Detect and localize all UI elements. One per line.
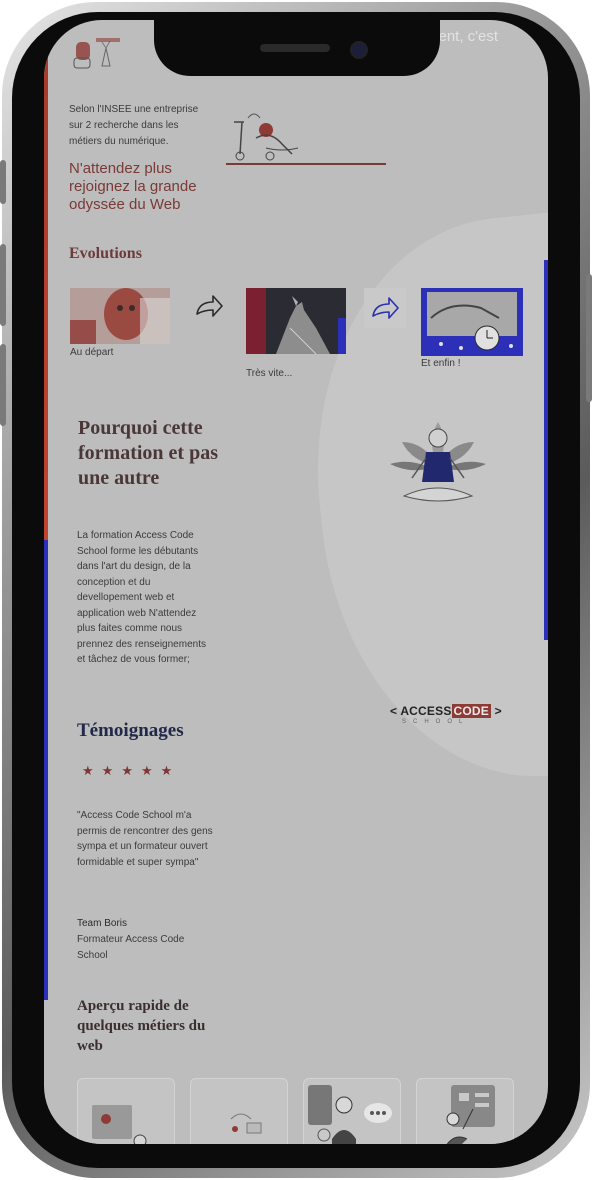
phone-volume-up [0, 244, 6, 326]
logo-wordmark: < ACCESS CODE > [390, 704, 502, 718]
blue-accent-edge [44, 540, 48, 1000]
job-card[interactable] [190, 1078, 288, 1144]
evolution-photo-start [70, 288, 170, 344]
developer-illustration [230, 1113, 262, 1134]
logo-school-text: SCHOOL [402, 719, 470, 725]
evolution-photo-wolf [246, 288, 346, 354]
testimonial-author-role: Formateur Access Code School [77, 934, 185, 961]
star-icon: ★ [101, 763, 114, 778]
evolution-caption-quick: Très vite... [246, 368, 293, 379]
logo-code-text: CODE [451, 704, 492, 718]
testimonial-author-name: Team Boris [77, 918, 128, 929]
phone-screen: Selon l'INSEE une entreprise sur 2 reche… [44, 20, 548, 1144]
top-illustration [73, 38, 120, 69]
meditation-illustration [390, 422, 486, 502]
jobs-heading: Aperçu rapide de quelques métiers du web [77, 998, 206, 1054]
phone-notch [154, 20, 440, 76]
rating-stars: ★ ★ ★ ★ ★ [82, 764, 172, 778]
project-manager-illustration [446, 1085, 495, 1144]
testimonial-quote: "Access Code School m'a permis de rencon… [77, 810, 213, 869]
insee-statistic-text: Selon l'INSEE une entreprise sur 2 reche… [69, 104, 199, 147]
arrow-right-icon [196, 295, 223, 317]
access-code-school-logo: < ACCESS CODE > SCHOOL [390, 704, 502, 734]
phone-power-button [586, 274, 592, 402]
testimonials-heading: Témoignages [77, 720, 184, 741]
hero-call-to-action: N'attendez plus rejoignez la grande odys… [69, 160, 197, 213]
phone-mute-switch [0, 160, 6, 204]
job-card[interactable] [77, 1078, 175, 1144]
star-icon: ★ [140, 763, 153, 778]
logo-access-text: ACCESS [400, 704, 452, 718]
red-accent-edge [44, 20, 48, 540]
blue-accent-edge-right [544, 260, 548, 640]
star-icon: ★ [160, 763, 173, 778]
logo-bracket-left: < [390, 704, 398, 718]
scooter-illustration [226, 113, 386, 165]
evolutions-heading: Evolutions [69, 245, 142, 262]
why-heading: Pourquoi cette formation et pas une autr… [78, 417, 218, 489]
star-icon: ★ [82, 763, 94, 778]
star-icon: ★ [121, 763, 133, 778]
consultant-illustration [308, 1085, 392, 1144]
earpiece-speaker [260, 44, 330, 52]
evolution-caption-start: Au départ [70, 347, 114, 358]
evolution-caption-finally: Et enfin ! [421, 358, 461, 369]
why-paragraph: La formation Access Code School forme le… [77, 530, 206, 665]
designer-illustration [92, 1105, 147, 1144]
job-card[interactable] [303, 1078, 401, 1144]
phone-volume-down [0, 344, 6, 426]
logo-bracket-right: > [494, 704, 502, 718]
job-card[interactable] [416, 1078, 514, 1144]
evolution-photo-finally [421, 288, 523, 356]
front-camera [350, 41, 368, 59]
arrow-right-icon [372, 297, 399, 319]
